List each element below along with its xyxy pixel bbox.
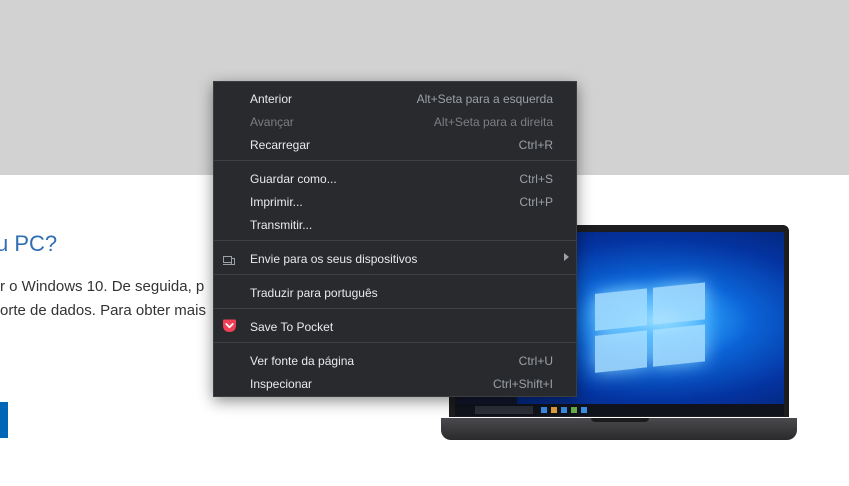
menu-separator <box>214 342 576 343</box>
menu-item-inspect[interactable]: Inspecionar Ctrl+Shift+I <box>214 373 576 395</box>
menu-item-shortcut: Ctrl+P <box>519 195 553 209</box>
menu-item-save-to-pocket[interactable]: Save To Pocket <box>214 316 576 338</box>
download-button[interactable] <box>0 402 8 438</box>
menu-item-shortcut: Ctrl+S <box>519 172 553 186</box>
menu-item-label: Imprimir... <box>250 195 303 209</box>
laptop-base <box>441 418 797 440</box>
menu-item-save-as[interactable]: Guardar como... Ctrl+S <box>214 168 576 190</box>
menu-separator <box>214 160 576 161</box>
menu-item-label: Anterior <box>250 92 293 106</box>
menu-item-label: Guardar como... <box>250 172 337 186</box>
menu-separator <box>214 308 576 309</box>
menu-separator <box>214 240 576 241</box>
menu-item-label: Inspecionar <box>250 377 313 391</box>
menu-item-label: Envie para os seus dispositivos <box>250 252 418 266</box>
menu-item-translate[interactable]: Traduzir para português <box>214 282 576 304</box>
menu-item-forward[interactable]: Avançar Alt+Seta para a direita <box>214 111 576 133</box>
menu-separator <box>214 274 576 275</box>
submenu-arrow-icon <box>564 253 569 261</box>
pocket-icon <box>222 319 237 333</box>
menu-item-back[interactable]: Anterior Alt+Seta para a esquerda <box>214 88 576 110</box>
menu-item-label: Traduzir para português <box>250 286 378 300</box>
menu-item-shortcut: Ctrl+R <box>518 138 553 152</box>
context-menu: Anterior Alt+Seta para a esquerda Avança… <box>213 81 577 397</box>
menu-item-cast[interactable]: Transmitir... <box>214 214 576 236</box>
page-heading: u PC? <box>0 231 58 256</box>
menu-item-label: Avançar <box>250 115 294 129</box>
windows-logo <box>595 282 707 374</box>
menu-item-label: Ver fonte da página <box>250 354 355 368</box>
menu-item-label: Recarregar <box>250 138 311 152</box>
menu-item-reload[interactable]: Recarregar Ctrl+R <box>214 134 576 156</box>
taskbar-search <box>475 406 533 414</box>
devices-icon <box>223 254 235 265</box>
menu-item-shortcut: Ctrl+U <box>518 354 553 368</box>
menu-item-label: Transmitir... <box>250 218 313 232</box>
menu-item-shortcut: Alt+Seta para a esquerda <box>416 92 553 106</box>
menu-item-print[interactable]: Imprimir... Ctrl+P <box>214 191 576 213</box>
page-paragraph-line: r o Windows 10. De seguida, p <box>0 278 205 295</box>
menu-item-shortcut: Alt+Seta para a direita <box>433 115 553 129</box>
page-paragraph-line: orte de dados. Para obter mais <box>0 302 206 319</box>
taskbar <box>455 404 784 416</box>
menu-item-send-to-devices[interactable]: Envie para os seus dispositivos <box>214 248 576 270</box>
menu-item-label: Save To Pocket <box>250 320 334 334</box>
menu-item-shortcut: Ctrl+Shift+I <box>492 377 553 391</box>
menu-item-view-source[interactable]: Ver fonte da página Ctrl+U <box>214 350 576 372</box>
